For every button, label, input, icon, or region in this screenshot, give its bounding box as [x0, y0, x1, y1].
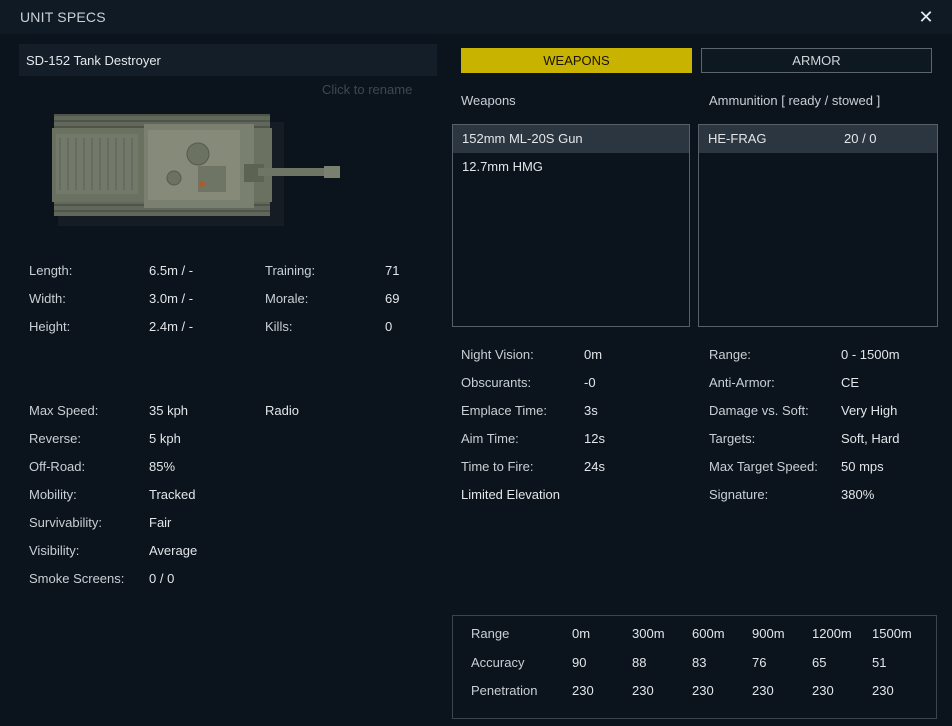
mob-label-survivability: Survivability: — [29, 515, 102, 530]
list-item-ammo[interactable]: HE-FRAG 20 / 0 — [699, 125, 937, 153]
range-row-label: Range — [471, 626, 510, 641]
mob-value-smoke-screens: 0 / 0 — [149, 571, 175, 586]
dim-label-height: Height: — [29, 319, 71, 334]
crew-value-training: 71 — [385, 263, 400, 278]
penetration-cell: 230 — [632, 683, 654, 698]
wstat-value-damage-vs-soft: Very High — [841, 403, 898, 418]
wstat-value-targets: Soft, Hard — [841, 431, 900, 446]
mob-value-visibility: Average — [149, 543, 198, 558]
penetration-cell: 230 — [752, 683, 774, 698]
equipment-radio: Radio — [265, 403, 299, 418]
list-item-weapon[interactable]: 12.7mm HMG — [453, 153, 689, 181]
range-cell: 300m — [632, 626, 665, 641]
rename-hint[interactable]: Click to rename — [322, 82, 412, 97]
range-cell: 0m — [572, 626, 591, 641]
ammunition-header: Ammunition [ ready / stowed ] — [709, 93, 881, 108]
crew-label-kills: Kills: — [265, 319, 293, 334]
wstat-label-damage-vs-soft: Damage vs. Soft: — [709, 403, 809, 418]
penetration-cell: 230 — [872, 683, 894, 698]
tab-armor[interactable]: ARMOR — [701, 48, 932, 73]
wstat-value-range: 0 - 1500m — [841, 347, 900, 362]
wstat-value-emplace-time: 3s — [584, 403, 598, 418]
accuracy-cell: 51 — [872, 655, 887, 670]
mob-value-mobility: Tracked — [149, 487, 196, 502]
wstat-value-signature: 380% — [841, 487, 875, 502]
wstat-label-anti-armor: Anti-Armor: — [709, 375, 775, 390]
penetration-cell: 230 — [812, 683, 834, 698]
mob-label-mobility: Mobility: — [29, 487, 77, 502]
accuracy-cell: 83 — [692, 655, 707, 670]
tank-topdown-icon — [52, 114, 340, 226]
range-cell: 900m — [752, 626, 785, 641]
mob-value-off-road: 85% — [149, 459, 176, 474]
wstat-label-max-target-speed: Max Target Speed: — [709, 459, 818, 474]
dim-value-length: 6.5m / - — [149, 263, 194, 278]
wstat-label-night-vision: Night Vision: — [461, 347, 534, 362]
range-cell: 1200m — [812, 626, 852, 641]
mob-label-smoke-screens: Smoke Screens: — [29, 571, 125, 586]
wstat-label-emplace-time: Emplace Time: — [461, 403, 547, 418]
wstat-value-aim-time: 12s — [584, 431, 605, 446]
unit-name-field[interactable]: SD-152 Tank Destroyer — [19, 44, 437, 76]
wstat-label-obscurants: Obscurants: — [461, 375, 532, 390]
crew-label-morale: Morale: — [265, 291, 309, 306]
wstat-label-range: Range: — [709, 347, 751, 362]
dim-value-width: 3.0m / - — [149, 291, 194, 306]
range-cell: 1500m — [872, 626, 912, 641]
accuracy-cell: 65 — [812, 655, 827, 670]
mob-value-max-speed: 35 kph — [149, 403, 189, 418]
penetration-row-label: Penetration — [471, 683, 538, 698]
wstat-label-targets: Targets: — [709, 431, 756, 446]
range-cell: 600m — [692, 626, 725, 641]
mob-value-reverse: 5 kph — [149, 431, 181, 446]
wstat-value-anti-armor: CE — [841, 375, 860, 390]
ammo-count: 20 / 0 — [844, 131, 877, 146]
close-icon[interactable]: ✕ — [914, 6, 938, 28]
list-item-weapon[interactable]: 152mm ML-20S Gun — [453, 125, 689, 153]
wstat-value-night-vision: 0m — [584, 347, 603, 362]
wstat-value-time-to-fire: 24s — [584, 459, 605, 474]
mob-label-max-speed: Max Speed: — [29, 403, 99, 418]
crew-value-morale: 69 — [385, 291, 400, 306]
mob-label-visibility: Visibility: — [29, 543, 80, 558]
mob-label-off-road: Off-Road: — [29, 459, 86, 474]
limited-elevation-flag: Limited Elevation — [461, 487, 560, 502]
crew-value-kills: 0 — [385, 319, 393, 334]
weapons-header: Weapons — [461, 93, 516, 108]
accuracy-row-label: Accuracy — [471, 655, 525, 670]
accuracy-cell: 76 — [752, 655, 767, 670]
wstat-value-obscurants: -0 — [584, 375, 596, 390]
tab-weapons[interactable]: WEAPONS — [461, 48, 692, 73]
window-title: UNIT SPECS — [20, 9, 106, 25]
ammo-name: HE-FRAG — [708, 131, 767, 146]
wstat-value-max-target-speed: 50 mps — [841, 459, 884, 474]
wstat-label-aim-time: Aim Time: — [461, 431, 519, 446]
penetration-cell: 230 — [692, 683, 714, 698]
wstat-label-signature: Signature: — [709, 487, 769, 502]
mob-label-reverse: Reverse: — [29, 431, 82, 446]
accuracy-cell: 88 — [632, 655, 647, 670]
weapons-list: 152mm ML-20S Gun 12.7mm HMG — [452, 124, 690, 327]
ammunition-list: HE-FRAG 20 / 0 — [698, 124, 938, 327]
penetration-cell: 230 — [572, 683, 594, 698]
title-bar: UNIT SPECS ✕ — [0, 0, 952, 34]
dim-value-height: 2.4m / - — [149, 319, 194, 334]
crew-label-training: Training: — [265, 263, 316, 278]
wstat-label-time-to-fire: Time to Fire: — [461, 459, 534, 474]
dim-label-width: Width: — [29, 291, 66, 306]
dim-label-length: Length: — [29, 263, 73, 278]
mob-value-survivability: Fair — [149, 515, 172, 530]
accuracy-cell: 90 — [572, 655, 587, 670]
